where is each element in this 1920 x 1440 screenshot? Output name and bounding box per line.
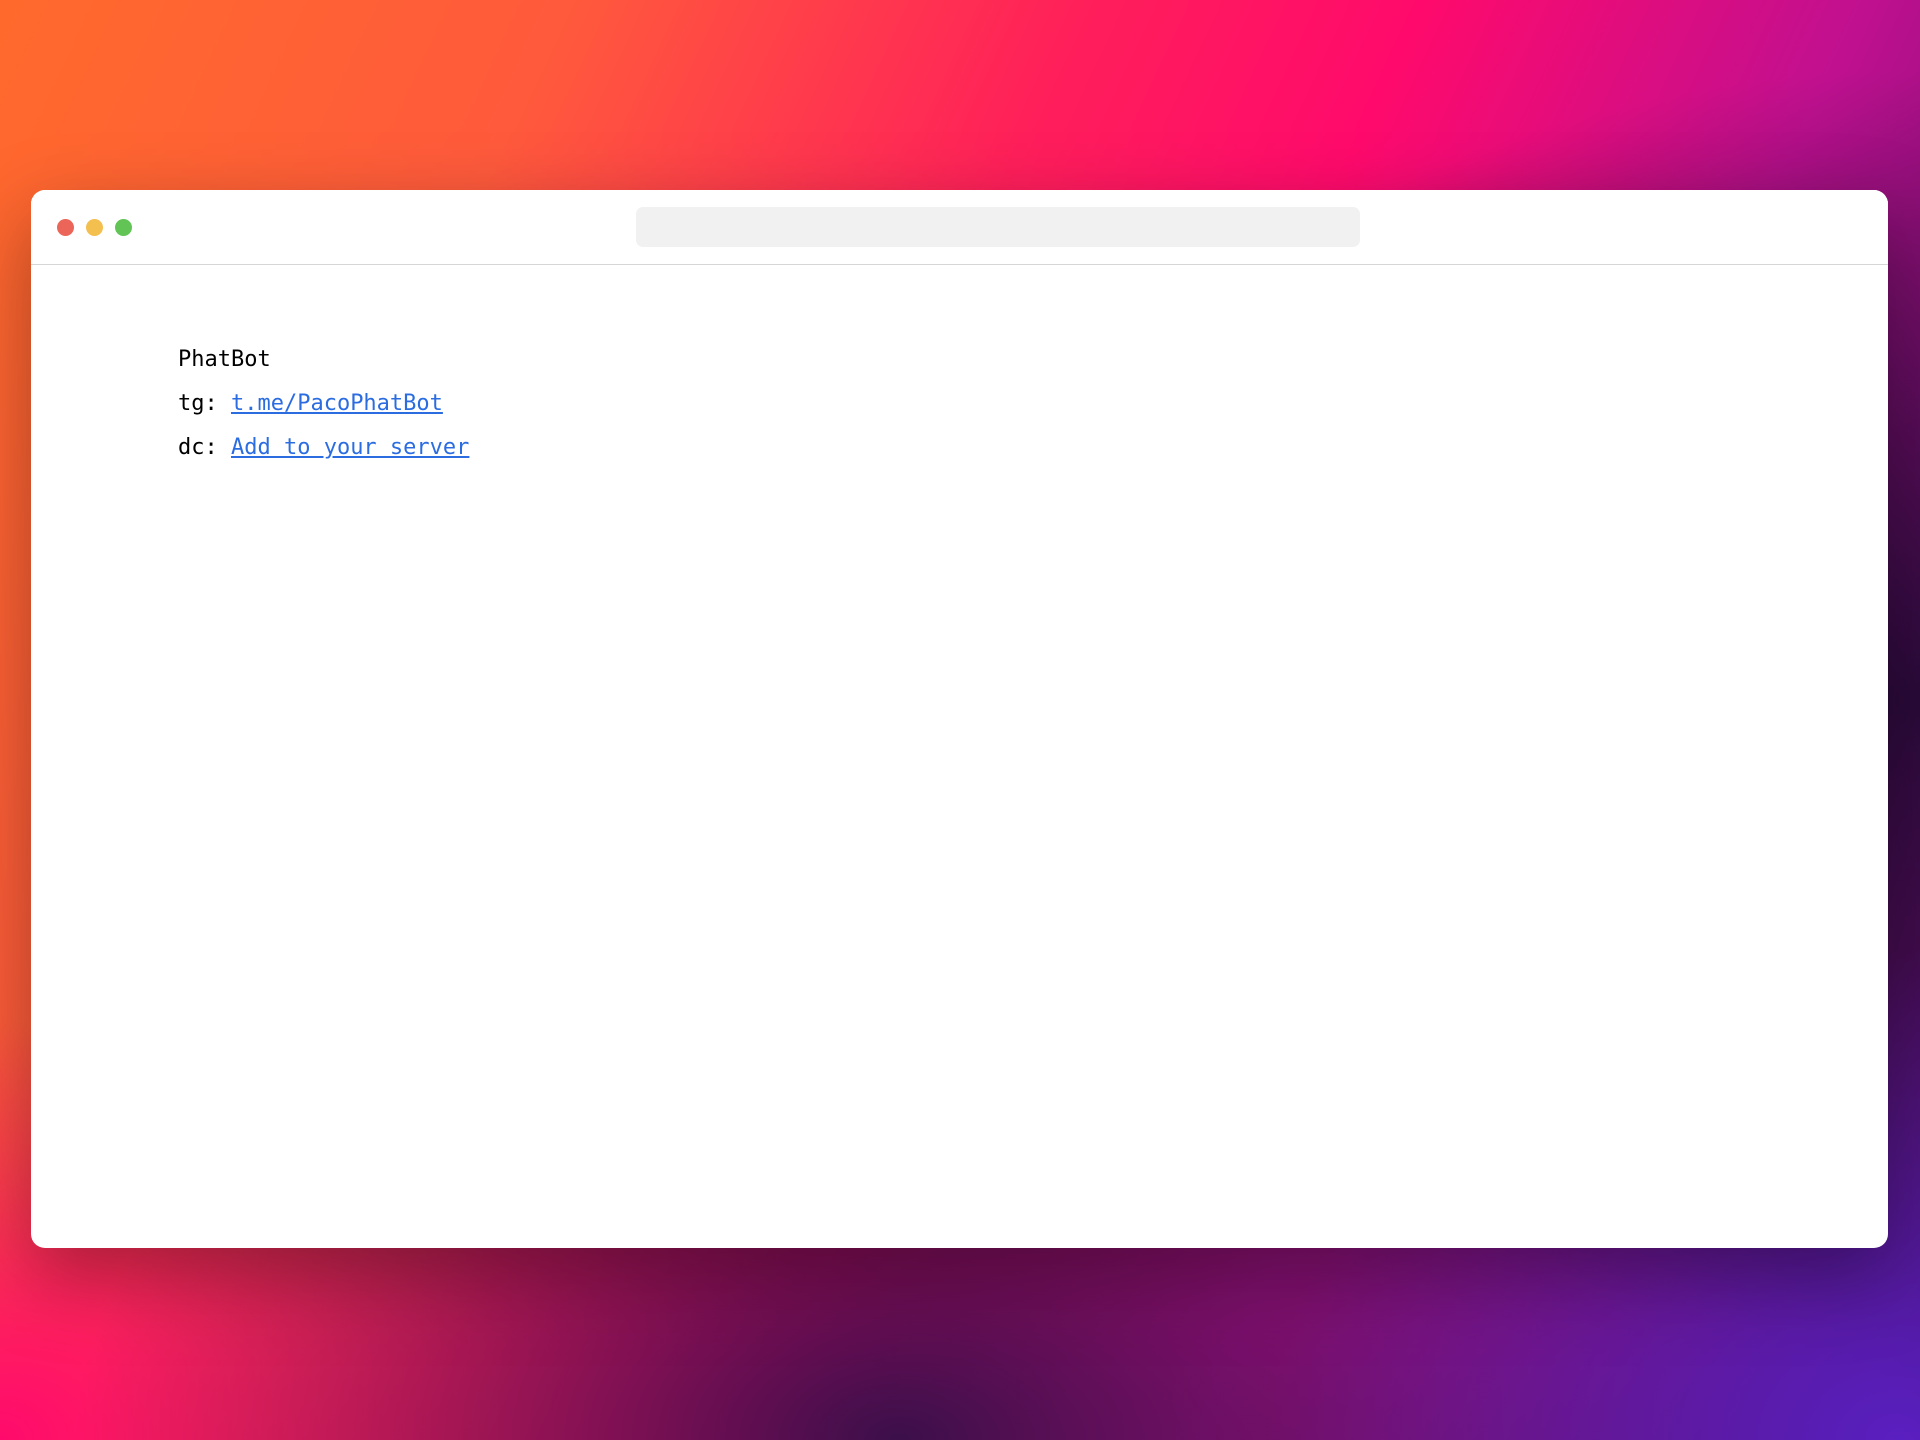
discord-line: dc: Add to your server: [178, 426, 469, 470]
page-content: PhatBot tg: t.me/PacoPhatBot dc: Add to …: [178, 338, 469, 470]
maximize-window-button[interactable]: [115, 219, 132, 236]
discord-add-server-link[interactable]: Add to your server: [231, 435, 469, 460]
discord-prefix: dc:: [178, 435, 231, 460]
minimize-window-button[interactable]: [86, 219, 103, 236]
title-bar: [31, 190, 1888, 265]
close-window-button[interactable]: [57, 219, 74, 236]
telegram-link[interactable]: t.me/PacoPhatBot: [231, 391, 443, 416]
address-bar[interactable]: [636, 207, 1360, 247]
page-title: PhatBot: [178, 347, 271, 372]
telegram-prefix: tg:: [178, 391, 231, 416]
telegram-line: tg: t.me/PacoPhatBot: [178, 382, 469, 426]
browser-window: PhatBot tg: t.me/PacoPhatBot dc: Add to …: [31, 190, 1888, 1248]
